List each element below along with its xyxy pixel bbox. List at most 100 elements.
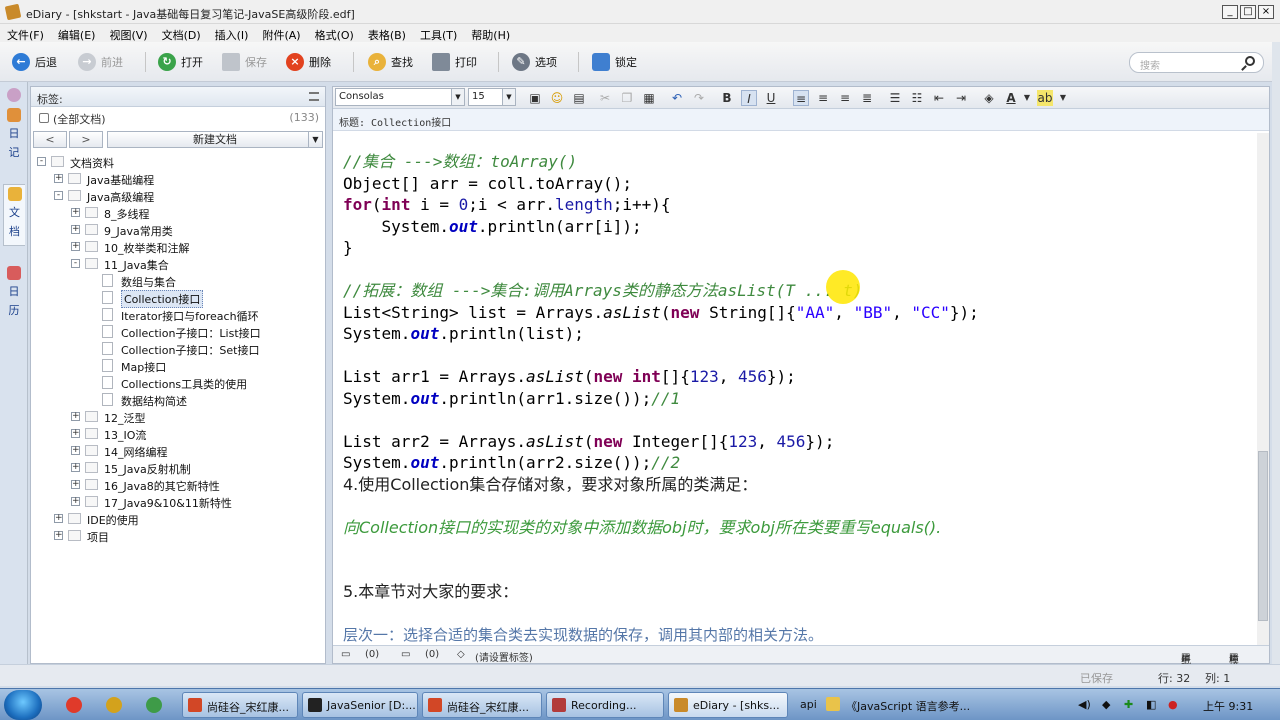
options-button[interactable]: ✎ 选项 [512, 52, 557, 72]
justify-icon[interactable]: ≣ [859, 90, 875, 106]
italic-icon[interactable]: I [741, 90, 757, 106]
task-ppt-1[interactable]: 尚硅谷_宋红康... [182, 692, 298, 718]
quicklaunch-icon[interactable] [66, 697, 82, 713]
expand-icon[interactable]: + [54, 531, 63, 540]
tree-item[interactable]: +8_多线程 [31, 204, 325, 221]
cut-icon[interactable]: ✂ [597, 90, 613, 106]
tree-item[interactable]: Map接口 [31, 357, 325, 374]
menu-edit[interactable]: 编辑(E) [51, 24, 103, 43]
tag-icon[interactable]: ◇ [457, 649, 465, 660]
align-right-icon[interactable]: ≡ [837, 90, 853, 106]
expand-icon[interactable]: + [71, 429, 80, 438]
bold-icon[interactable]: B [719, 90, 735, 106]
all-documents-item[interactable]: (全部文档) (133) [31, 107, 325, 127]
insert-object-icon[interactable]: ▤ [571, 90, 587, 106]
expand-icon[interactable]: + [71, 225, 80, 234]
tag-hint[interactable]: (请设置标签) [475, 649, 533, 664]
menu-format[interactable]: 格式(O) [308, 24, 361, 43]
search-input[interactable]: 搜索 [1129, 52, 1264, 73]
menu-view[interactable]: 视图(V) [102, 24, 154, 43]
tree-back-button[interactable]: < [33, 131, 67, 148]
numbered-list-icon[interactable]: ☷ [909, 90, 925, 106]
font-color-icon[interactable]: A [1003, 90, 1019, 106]
start-button[interactable] [4, 690, 42, 720]
chrome-icon[interactable] [146, 697, 162, 713]
chevron-down-icon[interactable]: ▼ [1055, 90, 1071, 106]
tab-documents[interactable]: 文档 [3, 184, 25, 246]
emoticon-icon[interactable]: ☺ [549, 90, 565, 106]
tree-forward-button[interactable]: > [69, 131, 103, 148]
api-label[interactable]: api [800, 698, 817, 711]
task-recording[interactable]: Recording... [546, 692, 664, 718]
tree-item[interactable]: + Java基础编程 [31, 170, 325, 187]
menu-attachment[interactable]: 附件(A) [255, 24, 307, 43]
tree-item[interactable]: Collection接口 [31, 289, 325, 308]
collapse-icon[interactable]: - [71, 259, 80, 268]
settings-icon[interactable] [3, 86, 25, 104]
task-ediary[interactable]: eDiary - [shks... [668, 692, 788, 718]
collapse-icon[interactable]: - [37, 157, 46, 166]
copy-icon[interactable]: ❐ [619, 90, 635, 106]
chevron-down-icon[interactable]: ▼ [502, 89, 515, 105]
tree-item[interactable]: Collections工具类的使用 [31, 374, 325, 391]
expand-icon[interactable]: + [71, 242, 80, 251]
align-left-icon[interactable]: ≡ [793, 90, 809, 106]
fill-color-icon[interactable]: ◈ [981, 90, 997, 106]
expand-icon[interactable]: + [71, 446, 80, 455]
quicklaunch-icon[interactable] [106, 697, 122, 713]
tree-item[interactable]: 数据结构简述 [31, 391, 325, 408]
align-center-icon[interactable]: ≡ [815, 90, 831, 106]
expand-icon[interactable]: + [71, 208, 80, 217]
tree-item[interactable]: +9_Java常用类 [31, 221, 325, 238]
menu-file[interactable]: 文件(F) [0, 24, 51, 43]
task-idea[interactable]: JavaSenior [D:... [302, 692, 418, 718]
lock-button[interactable]: 锁定 [592, 52, 637, 72]
tree-item[interactable]: +13_IO流 [31, 425, 325, 442]
font-size-select[interactable]: 15 ▼ [468, 88, 516, 106]
vertical-scrollbar[interactable] [1257, 133, 1269, 645]
expand-icon[interactable]: + [71, 497, 80, 506]
tree-item[interactable]: +12_泛型 [31, 408, 325, 425]
indent-icon[interactable]: ⇥ [953, 90, 969, 106]
redo-icon[interactable]: ↷ [691, 90, 707, 106]
tray-icon[interactable]: ◆ [1102, 698, 1110, 711]
back-button[interactable]: ← 后退 [12, 52, 57, 72]
maximize-button[interactable]: □ [1240, 5, 1256, 19]
tree-item[interactable]: +10_枚举类和注解 [31, 238, 325, 255]
chevron-down-icon[interactable]: ▼ [1019, 90, 1035, 106]
highlight-icon[interactable]: ab [1037, 90, 1053, 106]
tab-diary[interactable]: 日记 [3, 106, 25, 168]
menu-insert[interactable]: 插入(I) [208, 24, 256, 43]
tray-icon[interactable]: ◧ [1146, 698, 1156, 711]
notepad-icon[interactable] [826, 697, 840, 711]
expand-icon[interactable]: + [54, 174, 63, 183]
expand-icon[interactable]: + [71, 463, 80, 472]
tree-item[interactable]: - Java高级编程 [31, 187, 325, 204]
close-button[interactable]: × [1258, 5, 1274, 19]
tree-item[interactable]: +16_Java8的其它新特性 [31, 476, 325, 493]
delete-button[interactable]: × 删除 [286, 52, 331, 72]
document-content[interactable]: //集合 --->数组：toArray() Object[] arr = coll… [333, 133, 1255, 645]
comment-icon[interactable]: ▭ [401, 649, 410, 660]
paste-icon[interactable]: ▦ [641, 90, 657, 106]
clock[interactable]: 上午 9:31 [1203, 698, 1253, 714]
volume-icon[interactable]: ◀) [1078, 698, 1091, 711]
panel-menu-icon[interactable] [309, 92, 319, 101]
menu-document[interactable]: 文档(D) [155, 24, 208, 43]
tree-item[interactable]: Collection子接口：List接口 [31, 323, 325, 340]
print-button[interactable]: 打印 [432, 52, 477, 72]
attachment-icon[interactable]: ▭ [341, 649, 350, 660]
js-reference-label[interactable]: 《JavaScript 语言参考... [846, 698, 970, 714]
tab-calendar[interactable]: 日历 [3, 264, 25, 326]
minimize-button[interactable]: _ [1222, 5, 1238, 19]
forward-button[interactable]: → 前进 [78, 52, 123, 72]
find-button[interactable]: ⌕ 查找 [368, 52, 413, 72]
expand-icon[interactable]: + [54, 514, 63, 523]
scrollbar-thumb[interactable] [1258, 451, 1268, 621]
undo-icon[interactable]: ↶ [669, 90, 685, 106]
tree-item[interactable]: +14_网络编程 [31, 442, 325, 459]
menu-help[interactable]: 帮助(H) [464, 24, 517, 43]
outdent-icon[interactable]: ⇤ [931, 90, 947, 106]
chevron-down-icon[interactable]: ▼ [451, 89, 464, 105]
document-title-field[interactable]: 标题: Collection接口 [333, 109, 1269, 131]
